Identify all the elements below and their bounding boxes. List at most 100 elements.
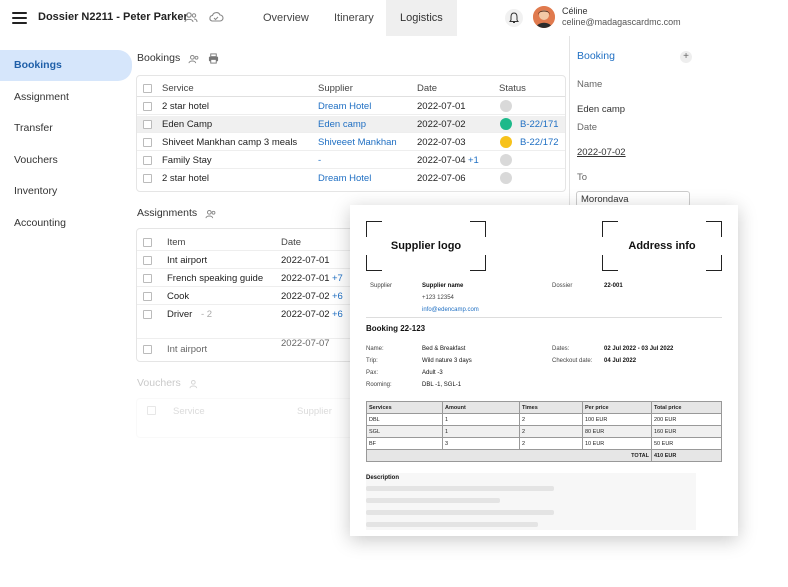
column-header: Service bbox=[173, 406, 205, 417]
extra-dates-badge[interactable]: +1 bbox=[468, 155, 479, 166]
sidebar-item-bookings[interactable]: Bookings bbox=[0, 50, 132, 81]
cell: 200 EUR bbox=[651, 413, 722, 426]
status-dot bbox=[500, 118, 512, 130]
supplier-phone: +123 12354 bbox=[422, 295, 454, 301]
detail-label: Pax: bbox=[366, 370, 379, 376]
column-header: Service bbox=[162, 83, 194, 94]
detail-value: 04 Jul 2022 bbox=[604, 358, 637, 364]
sidebar-item-inventory[interactable]: Inventory bbox=[0, 176, 132, 207]
vouchers-title: Vouchers bbox=[137, 377, 181, 389]
status-dot bbox=[500, 172, 512, 184]
select-all-checkbox[interactable] bbox=[143, 238, 152, 247]
row-checkbox[interactable] bbox=[143, 156, 152, 165]
table-row[interactable]: Eden Camp Eden camp 2022-07-02 B-22/171 bbox=[137, 116, 565, 133]
table-row[interactable]: Family Stay - 2022-07-04 +1 bbox=[137, 152, 565, 169]
tab-logistics[interactable]: Logistics bbox=[386, 0, 457, 36]
supplier-link[interactable]: Eden camp bbox=[318, 119, 366, 130]
booking-ref-link[interactable]: B-22/172 bbox=[520, 137, 559, 148]
supplier-link[interactable]: Shiveeet Mankhan bbox=[318, 137, 397, 148]
table-row[interactable]: French speaking guide 2022-07-01 +7 bbox=[137, 270, 365, 287]
select-all-checkbox[interactable] bbox=[147, 406, 156, 415]
bookings-table: Service Supplier Date Status 2 star hote… bbox=[136, 75, 566, 192]
detail-label: Rooming: bbox=[366, 382, 392, 388]
print-icon[interactable] bbox=[208, 53, 219, 64]
table-row[interactable]: Shiveet Mankhan camp 3 meals Shiveeet Ma… bbox=[137, 134, 565, 151]
booking-ref-link[interactable]: B-22/171 bbox=[520, 119, 559, 130]
total-label: TOTAL bbox=[366, 449, 652, 462]
sidebar-item-assignment[interactable]: Assignment bbox=[0, 82, 132, 113]
user-email: celine@madagascardmc.com bbox=[562, 17, 681, 27]
table-row[interactable]: Int airport 2022-07-01 bbox=[137, 252, 365, 269]
placeholder-line bbox=[366, 486, 554, 491]
supplier-link[interactable]: Dream Hotel bbox=[318, 173, 371, 184]
date-cell: 2022-07-01 bbox=[281, 273, 330, 284]
cell: 50 EUR bbox=[651, 437, 722, 450]
row-checkbox[interactable] bbox=[143, 102, 152, 111]
extra-dates-badge[interactable]: +6 bbox=[332, 309, 343, 320]
table-row[interactable]: 2 star hotel Dream Hotel 2022-07-01 bbox=[137, 98, 565, 115]
detail-value: Bed & Breakfast bbox=[422, 346, 466, 352]
tab-overview[interactable]: Overview bbox=[249, 0, 323, 36]
people-icon[interactable] bbox=[205, 209, 217, 219]
item-count: - 2 bbox=[201, 309, 213, 320]
cell: 3 bbox=[442, 437, 520, 450]
row-checkbox[interactable] bbox=[143, 345, 152, 354]
tab-itinerary[interactable]: Itinerary bbox=[320, 0, 388, 36]
cell: 160 EUR bbox=[651, 425, 722, 438]
people-icon[interactable] bbox=[189, 379, 201, 389]
sidebar-item-vouchers[interactable]: Vouchers bbox=[0, 145, 132, 176]
date-value[interactable]: 2022-07-02 bbox=[577, 147, 626, 158]
menu-icon[interactable] bbox=[12, 12, 27, 24]
supplier-link[interactable]: - bbox=[318, 155, 321, 166]
supplier-link[interactable]: Dream Hotel bbox=[318, 101, 371, 112]
table-row[interactable]: Int airport 2022-07-07 bbox=[137, 338, 365, 362]
cell: 2 bbox=[519, 413, 583, 426]
placeholder-line bbox=[366, 510, 554, 515]
detail-label: Name: bbox=[366, 346, 384, 352]
row-checkbox[interactable] bbox=[143, 274, 152, 283]
add-icon[interactable]: + bbox=[680, 51, 692, 63]
name-value[interactable]: Eden camp bbox=[577, 104, 625, 115]
sidebar-item-transfer[interactable]: Transfer bbox=[0, 113, 132, 144]
row-checkbox[interactable] bbox=[143, 120, 152, 129]
supplier-email[interactable]: info@edencamp.com bbox=[422, 307, 479, 313]
extra-dates-badge[interactable]: +7 bbox=[332, 273, 343, 284]
address-info-label: Address info bbox=[628, 240, 696, 252]
date-cell: 2022-07-06 bbox=[417, 173, 466, 184]
cell: 1 bbox=[442, 425, 520, 438]
detail-value: Adult -3 bbox=[422, 370, 443, 376]
people-icon[interactable] bbox=[188, 54, 200, 64]
booking-title: Booking 22-123 bbox=[366, 324, 426, 333]
column-header: Services bbox=[366, 401, 443, 414]
item-cell: Cook bbox=[167, 291, 190, 302]
table-row[interactable]: Cook 2022-07-02 +6 bbox=[137, 288, 365, 305]
table-row[interactable]: 2 star hotel Dream Hotel 2022-07-06 bbox=[137, 170, 565, 187]
row-checkbox[interactable] bbox=[143, 256, 152, 265]
item-cell: French speaking guide bbox=[167, 273, 264, 284]
row-checkbox[interactable] bbox=[143, 174, 152, 183]
table-header: Item Date bbox=[137, 234, 365, 251]
date-cell: 2022-07-02 bbox=[281, 291, 330, 302]
sidebar-item-accounting[interactable]: Accounting bbox=[0, 208, 132, 239]
people-icon[interactable] bbox=[184, 11, 198, 23]
service-cell: Family Stay bbox=[162, 155, 212, 166]
table-row: DBL 1 2 100 EUR 200 EUR bbox=[366, 413, 722, 426]
assignments-title: Assignments bbox=[137, 207, 198, 219]
row-checkbox[interactable] bbox=[143, 310, 152, 319]
cell: 1 bbox=[442, 413, 520, 426]
detail-value: Wild nature 3 days bbox=[422, 358, 472, 364]
select-all-checkbox[interactable] bbox=[143, 84, 152, 93]
row-checkbox[interactable] bbox=[143, 138, 152, 147]
placeholder-line bbox=[366, 498, 500, 503]
extra-dates-badge[interactable]: +6 bbox=[332, 291, 343, 302]
table-row[interactable]: Driver - 2 2022-07-02 +6 bbox=[137, 306, 365, 336]
description-box: Description bbox=[366, 473, 696, 530]
assignments-table: Item Date Int airport 2022-07-01 French … bbox=[136, 228, 366, 362]
bell-icon[interactable] bbox=[505, 9, 523, 27]
avatar[interactable] bbox=[533, 6, 555, 28]
cloud-sync-icon[interactable] bbox=[208, 10, 224, 24]
top-bar: Dossier N2211 - Peter Parker Overview It… bbox=[0, 0, 700, 36]
page-title: Dossier N2211 - Peter Parker bbox=[38, 11, 188, 23]
column-header: Status bbox=[499, 83, 526, 94]
row-checkbox[interactable] bbox=[143, 292, 152, 301]
